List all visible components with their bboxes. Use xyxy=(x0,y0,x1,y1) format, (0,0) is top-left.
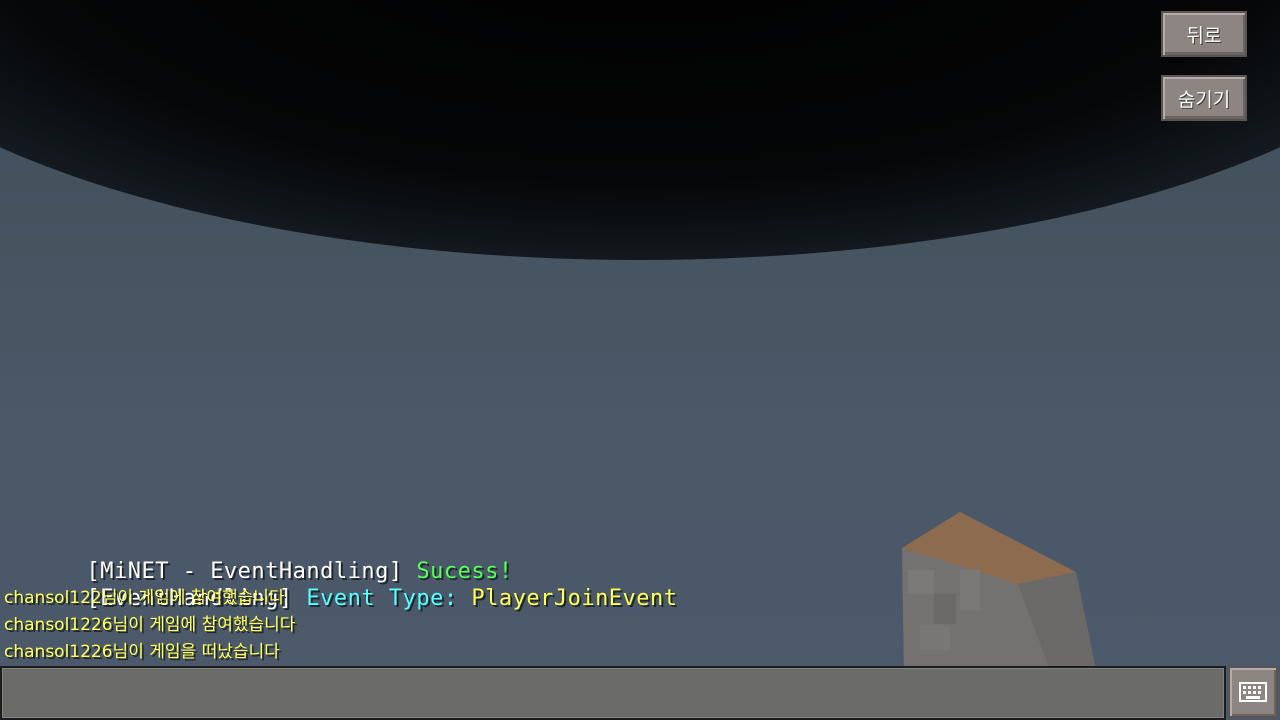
chat-line: [MiNET - EventHandling] Sucess! xyxy=(4,531,804,584)
chat-log: [MiNET - EventHandling] Sucess! [EventHa… xyxy=(4,531,804,666)
back-button[interactable]: 뒤로 xyxy=(1161,11,1247,57)
chat-input-bar xyxy=(0,666,1226,720)
keyboard-icon xyxy=(1239,682,1267,702)
chat-segment: PlayerJoinEvent xyxy=(471,586,678,611)
chat-segment: Sucess! xyxy=(416,559,513,584)
dark-sky-void xyxy=(0,0,1280,260)
chat-line: chansol1226님이 게임에 참여했습니다 xyxy=(4,615,296,635)
chat-segment: Event Type: xyxy=(306,586,472,611)
chat-segment: [MiNET - EventHandling] xyxy=(86,559,417,584)
chat-line: chansol1226님이 게임을 떠났습니다 xyxy=(4,642,280,662)
game-viewport[interactable]: 뒤로 숨기기 [MiNET - EventHandling] Sucess! [… xyxy=(0,0,1280,720)
keyboard-button[interactable] xyxy=(1228,666,1278,718)
chat-input[interactable] xyxy=(4,670,1222,716)
hide-button[interactable]: 숨기기 xyxy=(1161,75,1247,121)
dirt-block xyxy=(902,512,1096,670)
